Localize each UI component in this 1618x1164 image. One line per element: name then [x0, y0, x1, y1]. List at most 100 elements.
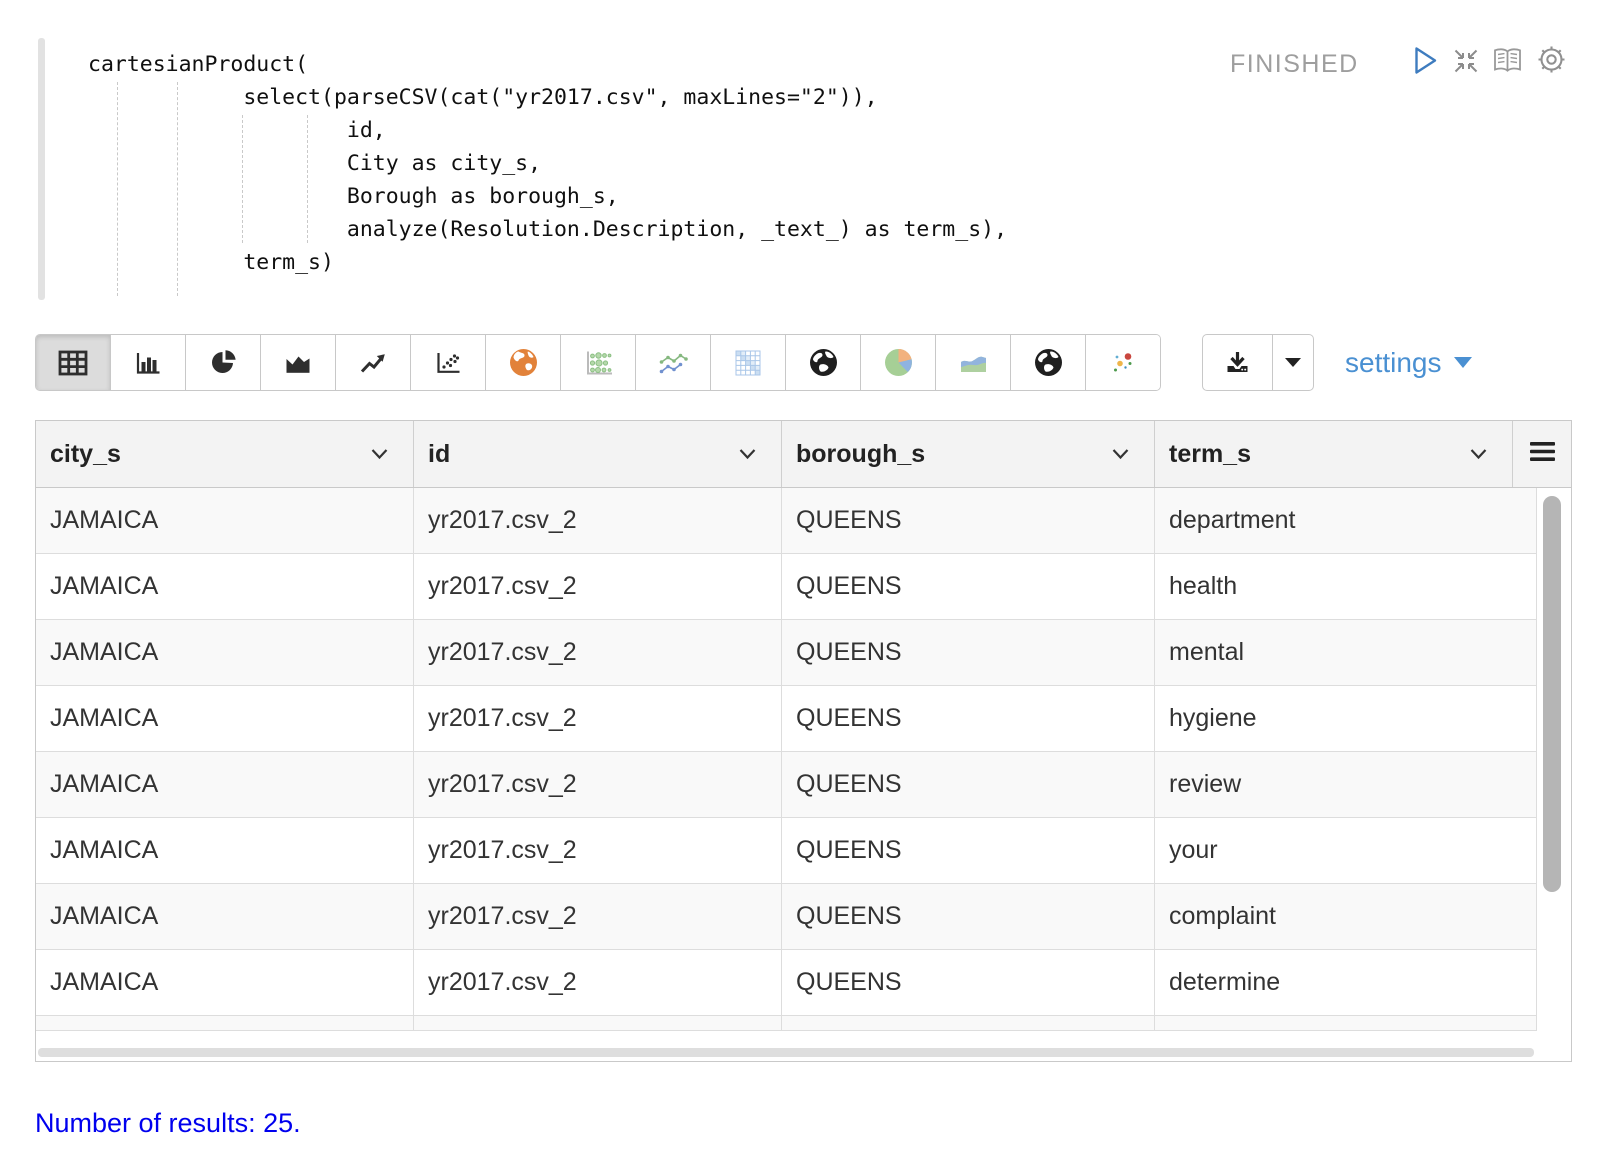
table-row: JAMAICAyr2017.csv_2QUEENSyour [36, 818, 1537, 884]
vertical-scrollbar[interactable] [1543, 496, 1561, 892]
cell-id: yr2017.csv_2 [414, 950, 782, 1015]
table-menu-button[interactable] [1513, 421, 1571, 487]
shrink-icon [1452, 62, 1480, 79]
cell-id: yr2017.csv_2 [414, 686, 782, 751]
cell-borough_s: QUEENS [782, 620, 1155, 685]
cell-id: yr2017.csv_2 [414, 752, 782, 817]
code-editor-block: cartesianProduct( select(parseCSV(cat("y… [38, 38, 1188, 304]
area-pastel-icon [958, 349, 989, 376]
cell-term_s: hygiene [1155, 686, 1537, 751]
collapse-button[interactable] [1452, 47, 1480, 75]
cell-term_s: complaint [1155, 884, 1537, 949]
cell-term_s: health [1155, 554, 1537, 619]
table-row: JAMAICAyr2017.csv_2QUEENSreview [36, 752, 1537, 818]
play-icon [1412, 63, 1439, 80]
cell-borough_s: QUEENS [782, 686, 1155, 751]
editor-toggle-button[interactable] [1492, 47, 1523, 74]
pie-pastel-icon [883, 347, 914, 378]
column-header-city_s[interactable]: city_s [36, 421, 414, 487]
settings-label: settings [1345, 347, 1442, 379]
paragraph-status: FINISHED [1230, 50, 1359, 79]
chevron-down-icon[interactable] [370, 448, 389, 460]
cell-city_s: JAMAICA [36, 554, 414, 619]
cell-borough_s: QUEENS [782, 554, 1155, 619]
chevron-down-icon[interactable] [1111, 448, 1130, 460]
download-button[interactable] [1203, 335, 1273, 390]
cell-term_s: mental [1155, 620, 1537, 685]
column-header-id[interactable]: id [414, 421, 782, 487]
zeppelin-paragraph: cartesianProduct( select(parseCSV(cat("y… [0, 0, 1618, 1164]
viz-scatter-multicolor-button[interactable] [1086, 335, 1160, 390]
table-body: JAMAICAyr2017.csv_2QUEENSdepartmentJAMAI… [36, 488, 1571, 1031]
bar-chart-icon [134, 350, 162, 376]
download-button-group [1202, 334, 1314, 391]
cell-id: yr2017.csv_2 [414, 488, 782, 553]
code-editor[interactable]: cartesianProduct( select(parseCSV(cat("y… [88, 48, 1007, 279]
column-header-borough_s[interactable]: borough_s [782, 421, 1155, 487]
globe-dark-icon [1033, 347, 1064, 378]
viz-pie-pastel-button[interactable] [861, 335, 936, 390]
cell-city_s: JAMAICA [36, 818, 414, 883]
cell-city_s: JAMAICA [36, 950, 414, 1015]
heatmap-icon [734, 349, 762, 377]
cell-id: yr2017.csv_2 [414, 620, 782, 685]
viz-pie-chart-button[interactable] [186, 335, 261, 390]
viz-area-pastel-button[interactable] [936, 335, 1011, 390]
chevron-down-icon[interactable] [738, 448, 757, 460]
table-row: JAMAICAyr2017.csv_2QUEENSmental [36, 620, 1537, 686]
hamburger-icon [1529, 441, 1556, 467]
viz-bar-chart-button[interactable] [111, 335, 186, 390]
scatter-multicolor-icon [1109, 349, 1137, 377]
download-icon [1224, 350, 1251, 375]
cell-city_s: JAMAICA [36, 884, 414, 949]
book-icon [1492, 61, 1523, 78]
viz-table-button[interactable] [36, 335, 111, 390]
cell-clipped [36, 1016, 414, 1030]
results-count: Number of results: 25. [35, 1108, 301, 1139]
table-header-row: city_s id borough_s term_s [36, 421, 1571, 488]
table-row: JAMAICAyr2017.csv_2QUEENScomplaint [36, 884, 1537, 950]
paragraph-settings-button[interactable] [1536, 44, 1567, 75]
column-label: borough_s [796, 440, 925, 469]
cell-city_s: JAMAICA [36, 488, 414, 553]
caret-down-icon [1454, 357, 1472, 368]
cell-clipped [1155, 1016, 1537, 1030]
cell-id: yr2017.csv_2 [414, 884, 782, 949]
column-label: term_s [1169, 440, 1251, 469]
cell-term_s: your [1155, 818, 1537, 883]
horizontal-scrollbar[interactable] [38, 1048, 1534, 1057]
chevron-down-icon[interactable] [1469, 448, 1488, 460]
line-chart-icon [359, 350, 387, 376]
viz-multi-line-chart-button[interactable] [636, 335, 711, 390]
area-chart-icon [284, 350, 312, 375]
viz-heatmap-button[interactable] [711, 335, 786, 390]
viz-area-chart-button[interactable] [261, 335, 336, 390]
viz-toolbar [35, 334, 1161, 391]
viz-globe-map-2-button[interactable] [1011, 335, 1086, 390]
run-button[interactable] [1412, 45, 1439, 76]
cell-term_s: department [1155, 488, 1537, 553]
scatter-chart-icon [434, 350, 462, 376]
cell-clipped [414, 1016, 782, 1030]
table-icon [58, 350, 88, 376]
viz-bubble-chart-button[interactable] [561, 335, 636, 390]
cell-borough_s: QUEENS [782, 752, 1155, 817]
globe-dark-icon [808, 347, 839, 378]
pie-chart-icon [210, 349, 237, 376]
cell-clipped [782, 1016, 1155, 1030]
table-row: JAMAICAyr2017.csv_2QUEENShygiene [36, 686, 1537, 752]
viz-globe-map-button[interactable] [786, 335, 861, 390]
download-options-button[interactable] [1273, 335, 1313, 390]
column-label: city_s [50, 440, 121, 469]
caret-down-icon [1285, 358, 1301, 367]
cell-id: yr2017.csv_2 [414, 554, 782, 619]
viz-scatter-chart-button[interactable] [411, 335, 486, 390]
column-header-term_s[interactable]: term_s [1155, 421, 1513, 487]
editor-gutter-bar [38, 38, 45, 300]
viz-line-chart-button[interactable] [336, 335, 411, 390]
bubble-chart-icon [583, 349, 614, 377]
cell-city_s: JAMAICA [36, 752, 414, 817]
viz-map-orange-button[interactable] [486, 335, 561, 390]
settings-dropdown[interactable]: settings [1345, 334, 1472, 391]
cell-borough_s: QUEENS [782, 950, 1155, 1015]
